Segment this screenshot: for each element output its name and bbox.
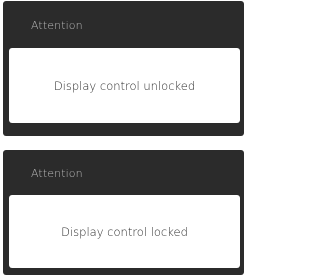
message-panel: Display control locked — [9, 195, 240, 268]
status-message: Display control locked — [61, 224, 188, 239]
locked-notification-dialog: Attention Display control locked — [3, 150, 244, 275]
osd-screenshot: Attention Display control unlocked Atten… — [0, 0, 245, 278]
status-message: Display control unlocked — [53, 78, 196, 93]
unlocked-notification-dialog: Attention Display control unlocked — [3, 1, 244, 136]
message-panel: Display control unlocked — [9, 48, 240, 123]
dialog-title: Attention — [31, 167, 83, 180]
dialog-title: Attention — [31, 19, 83, 32]
